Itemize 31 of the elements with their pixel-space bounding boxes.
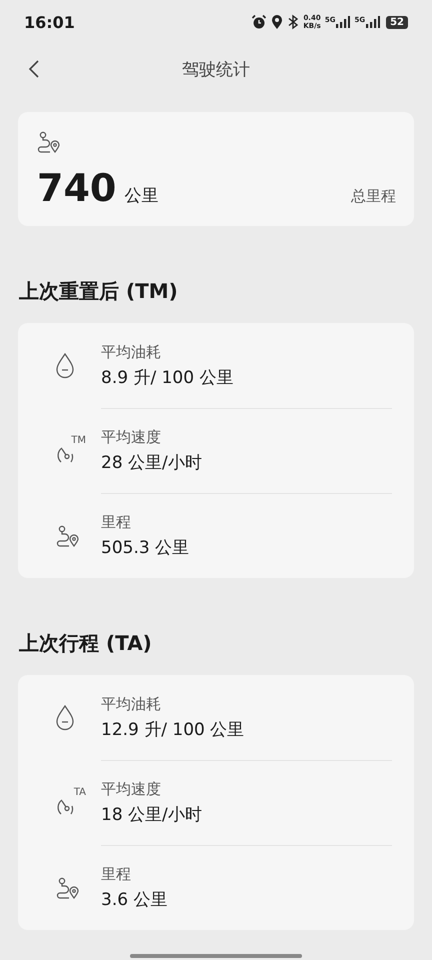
- distance-unit: 公里: [124, 185, 158, 207]
- section-title: 上次行程 (TA): [18, 630, 153, 657]
- stat-label: 平均油耗: [101, 342, 162, 362]
- battery-level: 52: [386, 16, 408, 28]
- signal-icon: [366, 16, 380, 28]
- stat-label: 里程: [101, 865, 132, 884]
- signal-icon: [336, 16, 350, 28]
- total-label: 总里程: [351, 187, 396, 206]
- total-distance: 740: [37, 166, 116, 210]
- drop-icon: [56, 352, 74, 378]
- stat-label: 平均油耗: [101, 694, 162, 714]
- stat-label: 平均速度: [101, 780, 162, 799]
- back-button[interactable]: [28, 59, 40, 79]
- stat-label: 里程: [101, 513, 132, 532]
- stat-value: 3.6 公里: [101, 889, 168, 911]
- location-icon: [271, 14, 284, 30]
- status-time: 16:01: [24, 12, 75, 32]
- drop-icon: [56, 704, 74, 730]
- stat-value: 8.9 升/ 100 公里: [101, 366, 234, 388]
- route-icon: [56, 524, 80, 548]
- bluetooth-icon: [287, 14, 300, 30]
- route-icon: [56, 876, 80, 900]
- stat-value: 12.9 升/ 100 公里: [101, 718, 246, 740]
- stat-label: 平均速度: [101, 428, 162, 447]
- route-icon: [37, 130, 61, 154]
- alarm-icon: [251, 14, 268, 30]
- stat-value: 505.3 公里: [101, 537, 190, 559]
- stat-value: 28 公里/小时: [101, 452, 203, 474]
- section-title: 上次重置后 (TM): [18, 278, 179, 305]
- stat-value: 18 公里/小时: [101, 804, 203, 826]
- page-title: 驾驶统计: [182, 58, 250, 80]
